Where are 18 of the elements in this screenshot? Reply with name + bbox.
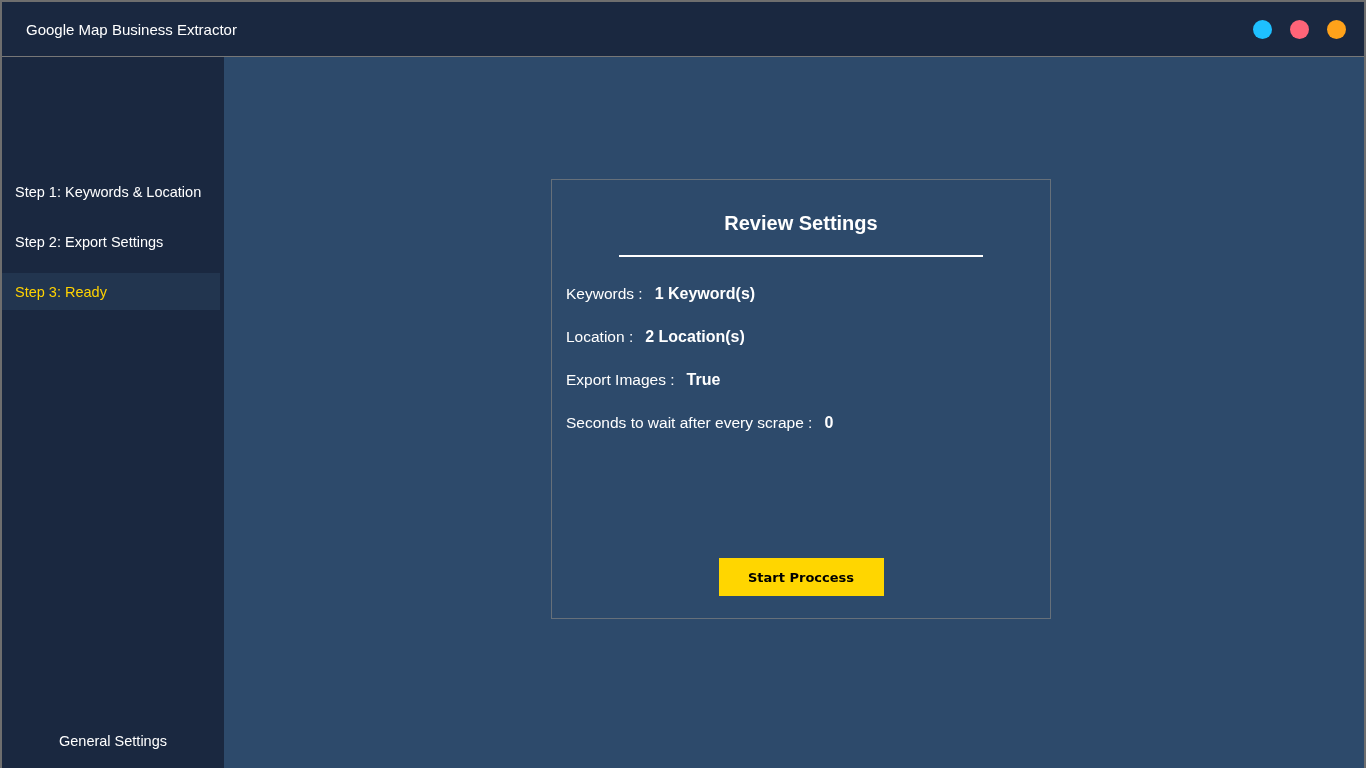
field-label: Export Images :	[566, 371, 675, 389]
sidebar-item[interactable]: Step 3: Ready	[2, 273, 220, 310]
window-control-button[interactable]	[1290, 19, 1309, 39]
window-title: Google Map Business Extractor	[26, 20, 238, 38]
field-label: Location :	[566, 328, 634, 346]
field-value: 0	[824, 414, 834, 432]
window-control-button[interactable]	[1327, 19, 1346, 39]
field-value: True	[686, 371, 721, 389]
sidebar-item[interactable]: Step 1: Keywords & Location	[2, 173, 220, 210]
field-label: Seconds to wait after every scrape :	[566, 414, 813, 432]
general-settings-link[interactable]: General Settings	[2, 733, 224, 768]
field-value: 1 Keyword(s)	[654, 285, 756, 303]
sidebar-item[interactable]: Step 2: Export Settings	[2, 223, 220, 260]
field-label: Keywords :	[566, 285, 643, 303]
start-process-button[interactable]: Start Proccess	[718, 558, 884, 596]
card-title: Review Settings	[724, 212, 878, 235]
window-control-button[interactable]	[1253, 19, 1272, 39]
field-value: 2 Location(s)	[645, 328, 745, 346]
